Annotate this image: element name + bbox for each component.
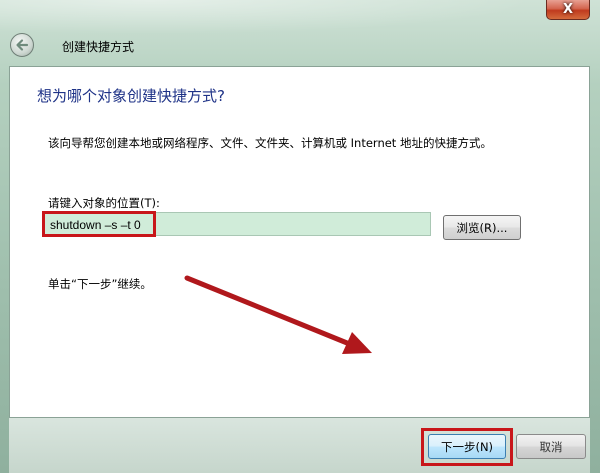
dialog-window: X 创建快捷方式 想为哪个对象创建快捷方式? 该向导帮您创建本地或网络程序、文件… <box>0 0 600 473</box>
annotation-arrow <box>184 275 372 354</box>
